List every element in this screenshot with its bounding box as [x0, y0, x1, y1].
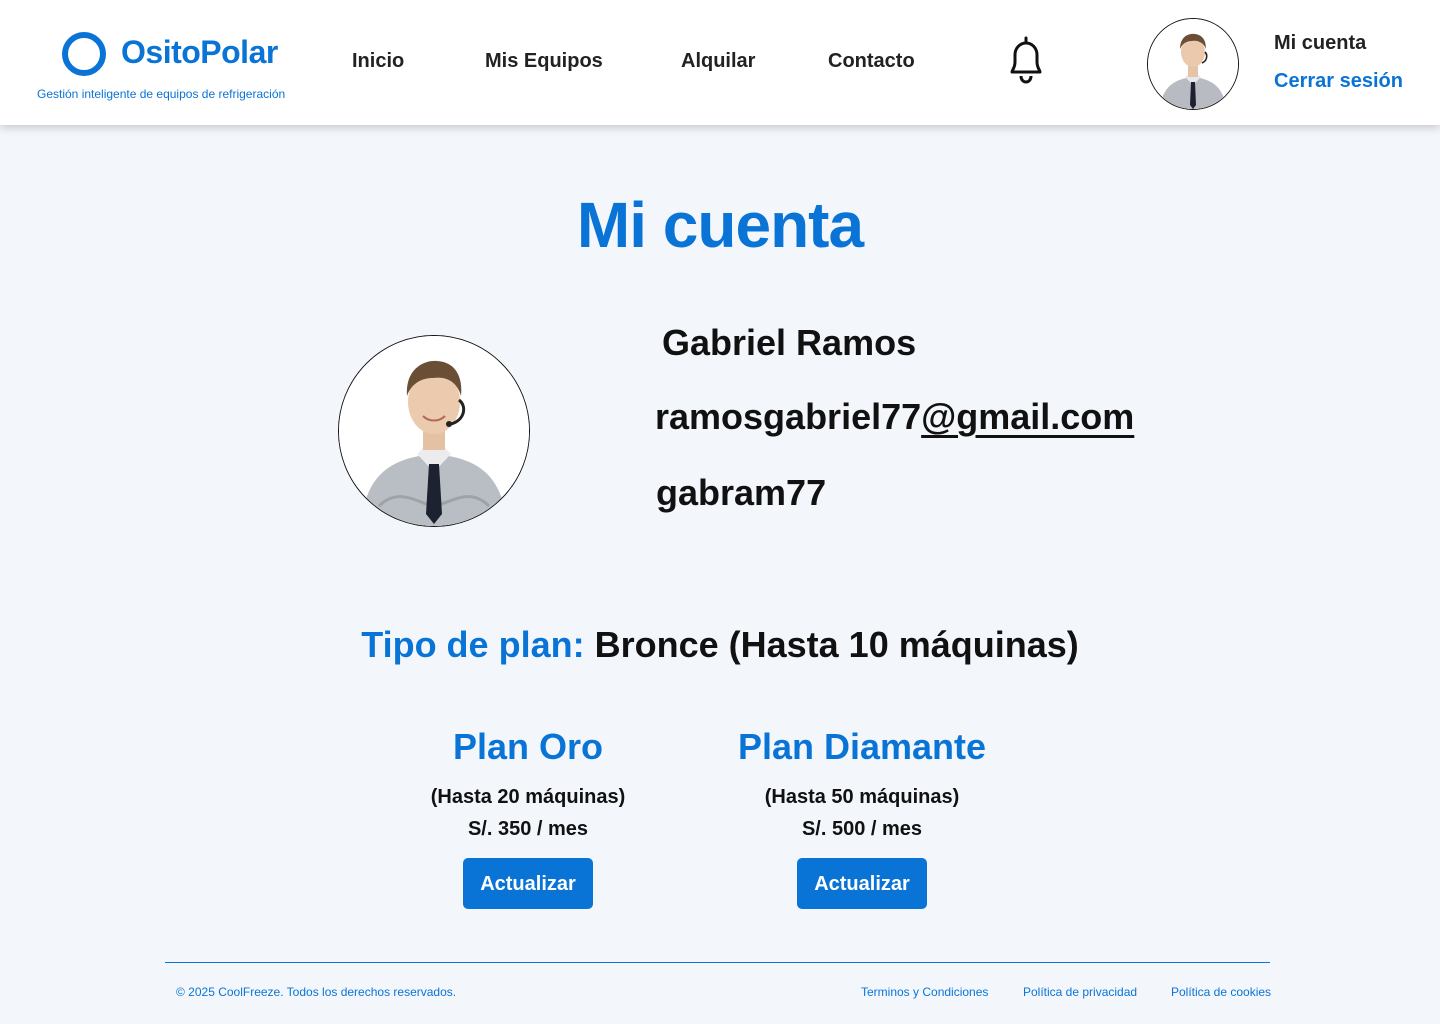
profile-avatar[interactable]	[338, 335, 530, 527]
email-domain-part: @gmail.com	[921, 396, 1135, 437]
account-label[interactable]: Mi cuenta	[1274, 32, 1366, 55]
current-plan-value: Bronce (Hasta 10 máquinas)	[594, 624, 1079, 665]
nav-item-contacto[interactable]: Contacto	[828, 50, 915, 73]
footer-link-terms[interactable]: Terminos y Condiciones	[861, 985, 988, 999]
header-avatar[interactable]	[1147, 18, 1239, 110]
footer-copyright: © 2025 CoolFreeze. Todos los derechos re…	[176, 985, 457, 999]
page-title: Mi cuenta	[576, 189, 864, 261]
bell-icon[interactable]	[1004, 36, 1048, 86]
nav-item-inicio[interactable]: Inicio	[352, 50, 404, 73]
person-avatar-icon	[1148, 19, 1238, 109]
upgrade-diamante-button[interactable]: Actualizar	[797, 858, 927, 909]
plan-price: S/. 350 / mes	[467, 818, 589, 840]
user-email[interactable]: ramosgabriel77@gmail.com	[655, 396, 1134, 438]
current-plan-label: Tipo de plan:	[361, 624, 585, 665]
brand-logo[interactable]: OsitoPolar Gestión inteligente de equipo…	[37, 30, 307, 110]
user-username: gabram77	[656, 472, 827, 513]
email-local-part: ramosgabriel77	[655, 396, 922, 437]
ring-logo-icon	[62, 32, 106, 76]
footer-link-privacy[interactable]: Política de privacidad	[1023, 985, 1137, 999]
user-full-name: Gabriel Ramos	[662, 322, 917, 363]
nav-item-alquilar[interactable]: Alquilar	[681, 50, 755, 73]
plan-name: Plan Oro	[452, 726, 604, 767]
footer-link-cookies[interactable]: Política de cookies	[1171, 985, 1271, 999]
footer-divider	[165, 962, 1270, 963]
brand-tagline: Gestión inteligente de equipos de refrig…	[37, 87, 286, 101]
plan-limit: (Hasta 20 máquinas)	[430, 786, 626, 808]
top-header: OsitoPolar Gestión inteligente de equipo…	[0, 0, 1440, 125]
plan-name: Plan Diamante	[737, 726, 987, 767]
plan-price: S/. 500 / mes	[801, 818, 923, 840]
current-plan: Tipo de plan: Bronce (Hasta 10 máquinas)	[0, 624, 1440, 666]
brand-name: OsitoPolar	[121, 34, 278, 70]
person-avatar-icon	[339, 336, 529, 526]
upgrade-oro-button[interactable]: Actualizar	[463, 858, 593, 909]
nav-item-mis-equipos[interactable]: Mis Equipos	[485, 50, 603, 73]
plan-card-oro: Plan Oro (Hasta 20 máquinas) S/. 350 / m…	[388, 726, 668, 909]
plan-card-diamante: Plan Diamante (Hasta 50 máquinas) S/. 50…	[722, 726, 1002, 909]
logout-link[interactable]: Cerrar sesión	[1274, 70, 1403, 93]
plan-limit: (Hasta 50 máquinas)	[764, 786, 960, 808]
